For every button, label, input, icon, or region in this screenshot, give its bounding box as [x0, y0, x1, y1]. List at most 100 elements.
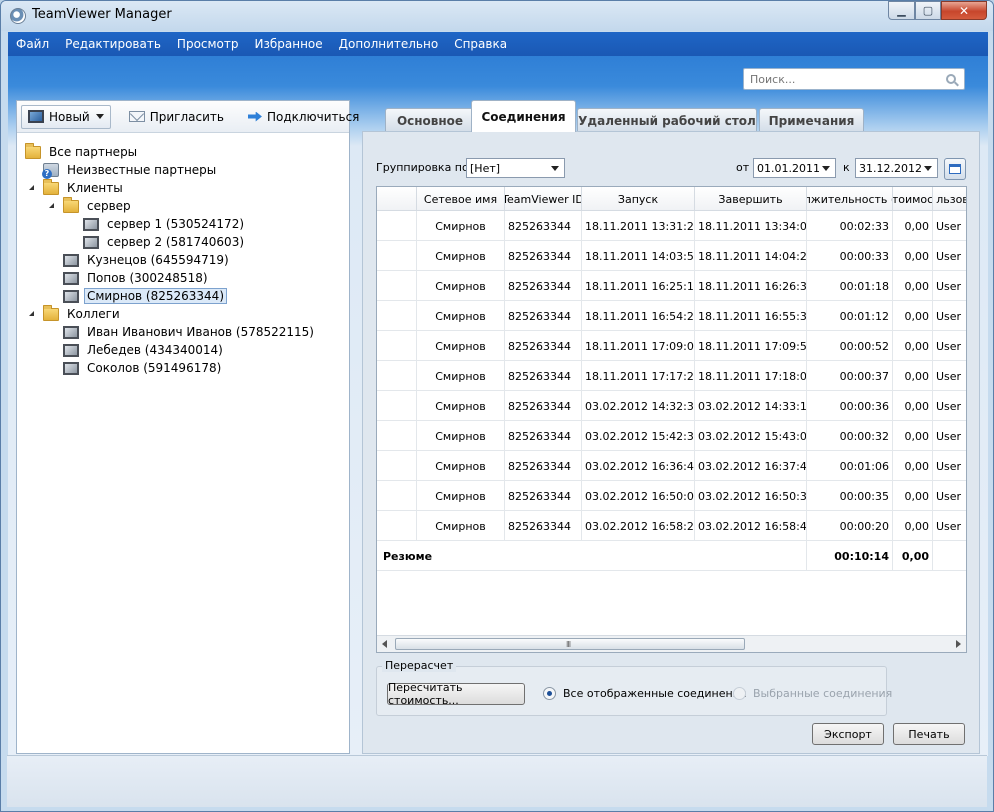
table-row[interactable]: Смирнов 825263344 03.02.2012 16:58:20 03.02…	[377, 511, 966, 541]
radio-selected-connections[interactable]	[733, 687, 746, 700]
folder-icon	[63, 196, 79, 213]
table-row[interactable]: Смирнов 825263344 18.11.2011 16:54:23 18.11…	[377, 301, 966, 331]
calendar-button[interactable]	[944, 158, 966, 180]
partner-list-panel: Новый Пригласить Подключиться Все партне…	[16, 100, 359, 754]
tab-1[interactable]: Соединения	[471, 100, 576, 132]
column-header[interactable]: Запуск	[582, 187, 695, 211]
recalculate-cost-button[interactable]: Пересчитать стоимость...	[387, 681, 525, 707]
expand-arrow-icon[interactable]	[29, 184, 37, 192]
chevron-down-icon	[924, 166, 932, 171]
table-cell: Смирнов	[417, 301, 505, 331]
table-cell: 00:00:52	[807, 331, 893, 361]
column-header[interactable]: Завершить	[695, 187, 807, 211]
table-cell: 00:02:33	[807, 211, 893, 241]
table-cell: 0,00	[893, 481, 933, 511]
grouping-select[interactable]: [Нет]	[466, 158, 565, 178]
expand-arrow-icon[interactable]	[29, 310, 37, 318]
tree-item[interactable]: сервер 2 (581740603)	[83, 233, 247, 251]
tree-item-label: Смирнов (825263344)	[84, 288, 227, 304]
tree-item[interactable]: сервер 1 (530524172)	[83, 215, 247, 233]
tree-item[interactable]: Клиенты	[29, 178, 126, 197]
column-header[interactable]: TeamViewer ID	[505, 187, 582, 211]
tree-item[interactable]: Коллеги	[29, 304, 123, 323]
menu-item[interactable]: Справка	[446, 37, 515, 51]
table-cell: 03.02.2012 16:58:20	[582, 511, 695, 541]
date-to-picker[interactable]: 31.12.2012	[855, 158, 938, 178]
chevron-down-icon[interactable]	[95, 114, 104, 119]
table-row[interactable]: Смирнов 825263344 18.11.2011 17:09:04 18.11…	[377, 331, 966, 361]
date-from-picker[interactable]: 01.01.2011	[753, 158, 836, 178]
export-button[interactable]: Экспорт	[812, 723, 884, 745]
table-row[interactable]: Смирнов 825263344 03.02.2012 16:50:03 03.02…	[377, 481, 966, 511]
computer-icon	[63, 271, 79, 285]
scroll-left-icon[interactable]	[382, 640, 387, 648]
horizontal-scrollbar[interactable]: III	[377, 635, 966, 652]
menu-item[interactable]: Просмотр	[169, 37, 247, 51]
table-row[interactable]: Смирнов 825263344 03.02.2012 16:36:41 03.02…	[377, 451, 966, 481]
column-header[interactable]: льзов	[933, 187, 966, 211]
tree-item[interactable]: сервер	[49, 196, 134, 215]
search-icon[interactable]	[946, 74, 956, 84]
new-button[interactable]: Новый	[21, 104, 111, 129]
tree-item[interactable]: Смирнов (825263344)	[63, 287, 227, 305]
print-button[interactable]: Печать	[893, 723, 965, 745]
minimize-button[interactable]: ▁	[888, 1, 915, 20]
folder-icon	[43, 304, 59, 321]
table-cell: User	[933, 511, 966, 541]
tab-3[interactable]: Примечания	[759, 108, 864, 132]
tree-item[interactable]: Попов (300248518)	[63, 269, 211, 287]
tree-item[interactable]: Все партнеры	[25, 142, 140, 161]
column-header[interactable]	[377, 187, 417, 211]
invite-button-label: Пригласить	[149, 109, 224, 124]
table-cell: 825263344	[505, 391, 582, 421]
table-cell: User	[933, 211, 966, 241]
table-row[interactable]: Смирнов 825263344 03.02.2012 14:32:36 03.02…	[377, 391, 966, 421]
connect-button[interactable]: Подключиться	[242, 105, 365, 129]
table-cell: Смирнов	[417, 331, 505, 361]
scrollbar-thumb[interactable]: III	[395, 638, 745, 650]
close-button[interactable]: ✕	[941, 1, 987, 20]
table-cell: 0,00	[893, 241, 933, 271]
tree-item[interactable]: Иван Иванович Иванов (578522115)	[63, 323, 317, 341]
tree-item[interactable]: Соколов (591496178)	[63, 359, 224, 377]
tree-item[interactable]: Кузнецов (645594719)	[63, 251, 232, 269]
table-header: Сетевое имя TeamViewer ID Запуск Завершить л…	[377, 187, 966, 211]
maximize-button[interactable]: ▢	[915, 1, 941, 20]
menu-item[interactable]: Дополнительно	[331, 37, 447, 51]
table-row[interactable]: Смирнов 825263344 18.11.2011 17:17:24 18.11…	[377, 361, 966, 391]
tab-2[interactable]: Удаленный рабочий стол	[577, 108, 757, 132]
tree-item-label: сервер	[87, 199, 131, 213]
tab-0[interactable]: Основное	[385, 108, 475, 132]
table-cell: 18.11.2011 17:09:56	[695, 331, 807, 361]
table-cell: 0,00	[893, 361, 933, 391]
table-row[interactable]: Смирнов 825263344 18.11.2011 16:25:18 18.11…	[377, 271, 966, 301]
table-cell: Смирнов	[417, 391, 505, 421]
radio-all-connections[interactable]	[543, 687, 556, 700]
menu-item[interactable]: Избранное	[247, 37, 331, 51]
table-cell: 18.11.2011 16:26:36	[695, 271, 807, 301]
invite-button[interactable]: Пригласить	[123, 105, 230, 129]
tree-item[interactable]: Неизвестные партнеры	[42, 161, 219, 179]
table-cell: 18.11.2011 13:31:28	[582, 211, 695, 241]
summary-duration: 00:10:14	[807, 541, 893, 571]
tree-item-label: сервер 2 (581740603)	[107, 235, 245, 249]
table-row[interactable]: Смирнов 825263344 18.11.2011 13:31:28 18.11…	[377, 211, 966, 241]
computer-icon	[83, 235, 99, 249]
table-cell	[377, 241, 417, 271]
tree-item[interactable]: Лебедев (434340014)	[63, 341, 226, 359]
menu-item[interactable]: Файл	[8, 37, 57, 51]
expand-arrow-icon[interactable]	[49, 202, 57, 210]
unknown-partner-icon	[42, 163, 59, 179]
table-row[interactable]: Смирнов 825263344 03.02.2012 15:42:31 03.02…	[377, 421, 966, 451]
scroll-right-icon[interactable]	[956, 640, 961, 648]
search-input[interactable]	[744, 69, 934, 89]
table-cell	[377, 211, 417, 241]
table-row[interactable]: Смирнов 825263344 18.11.2011 14:03:50 18.11…	[377, 241, 966, 271]
column-header[interactable]: лжительность (	[807, 187, 893, 211]
table-cell: 03.02.2012 16:37:47	[695, 451, 807, 481]
column-header[interactable]: Сетевое имя	[417, 187, 505, 211]
column-header[interactable]: тоимос	[893, 187, 933, 211]
table-cell: 18.11.2011 16:55:35	[695, 301, 807, 331]
search-box	[743, 68, 965, 90]
menu-item[interactable]: Редактировать	[57, 37, 169, 51]
